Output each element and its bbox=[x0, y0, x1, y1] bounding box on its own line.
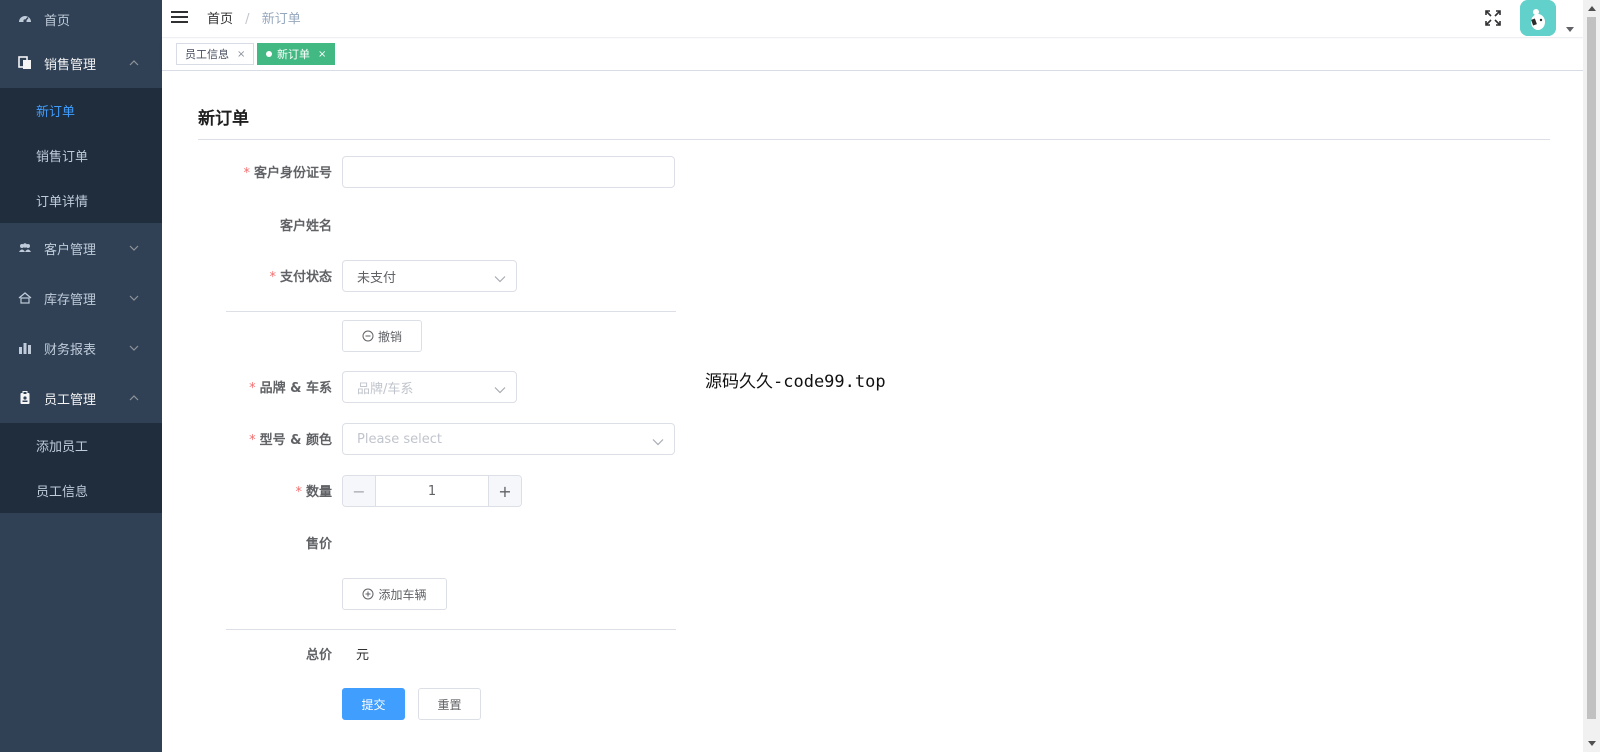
submit-button[interactable]: 提交 bbox=[342, 688, 405, 720]
sidebar-item-label: 库存管理 bbox=[44, 292, 97, 308]
brand-series-placeholder: 品牌/车系 bbox=[357, 381, 414, 397]
sidebar-item-label: 首页 bbox=[44, 13, 71, 29]
breadcrumb-separator: / bbox=[245, 12, 250, 27]
model-color-label: * 型号 & 颜色 bbox=[249, 433, 332, 448]
sale-price-label: 售价 bbox=[305, 537, 332, 552]
breadcrumb: 首页 / 新订单 bbox=[207, 8, 301, 27]
scroll-down-arrow-icon[interactable] bbox=[1583, 735, 1600, 752]
chevron-up-icon bbox=[128, 57, 140, 69]
id-card-input[interactable] bbox=[342, 156, 675, 188]
required-mark: * bbox=[243, 166, 250, 181]
submenu-sales: 新订单 销售订单 订单详情 bbox=[0, 88, 162, 223]
badge-icon bbox=[17, 390, 33, 406]
breadcrumb-current: 新订单 bbox=[261, 12, 301, 27]
bar-chart-icon bbox=[17, 340, 33, 356]
pay-status-label: * 支付状态 bbox=[269, 270, 332, 285]
quantity-label: * 数量 bbox=[295, 485, 332, 500]
active-dot-icon bbox=[266, 51, 272, 57]
quantity-decrease-button[interactable]: − bbox=[343, 476, 376, 506]
breadcrumb-home[interactable]: 首页 bbox=[207, 12, 233, 27]
chevron-down-icon bbox=[494, 272, 506, 283]
sidebar-item-inventory[interactable]: 库存管理 bbox=[0, 273, 162, 323]
plus-circle-icon bbox=[362, 588, 374, 600]
quantity-increase-button[interactable]: + bbox=[488, 476, 521, 506]
chevron-down-icon bbox=[128, 292, 140, 304]
pay-status-select[interactable]: 未支付 bbox=[342, 260, 517, 292]
sidebar-item-label: 销售管理 bbox=[44, 57, 97, 73]
sidebar-item-finance[interactable]: 财务报表 bbox=[0, 323, 162, 373]
reset-button[interactable]: 重置 bbox=[418, 688, 481, 720]
brand-series-label: * 品牌 & 车系 bbox=[249, 381, 332, 396]
required-mark: * bbox=[249, 381, 256, 396]
chevron-up-icon bbox=[128, 392, 140, 404]
model-color-placeholder: Please select bbox=[357, 431, 442, 447]
quantity-stepper: − 1 + bbox=[342, 475, 522, 507]
sidebar-item-label: 客户管理 bbox=[44, 242, 97, 258]
chevron-down-icon bbox=[128, 342, 140, 354]
documents-icon bbox=[17, 55, 33, 71]
quantity-input[interactable]: 1 bbox=[376, 476, 488, 506]
navbar: 首页 / 新订单 bbox=[162, 0, 1583, 38]
required-mark: * bbox=[249, 433, 256, 448]
total-label: 总价 bbox=[305, 648, 332, 663]
minus-circle-icon bbox=[362, 330, 374, 342]
sidebar-item-label: 财务报表 bbox=[44, 342, 97, 358]
sidebar-item-home[interactable]: 首页 bbox=[0, 0, 162, 38]
warehouse-icon bbox=[17, 290, 33, 306]
total-unit: 元 bbox=[356, 648, 370, 663]
cancel-button[interactable]: 撤销 bbox=[342, 320, 422, 352]
people-icon bbox=[17, 240, 33, 256]
caret-down-icon[interactable] bbox=[1566, 22, 1574, 32]
sidebar-item-add-staff[interactable]: 添加员工 bbox=[0, 423, 162, 468]
chevron-down-icon bbox=[128, 242, 140, 254]
sidebar-item-new-order[interactable]: 新订单 bbox=[0, 88, 162, 133]
sidebar-item-staff[interactable]: 员工管理 bbox=[0, 373, 162, 423]
scroll-up-arrow-icon[interactable] bbox=[1583, 0, 1600, 17]
sidebar-item-label: 员工管理 bbox=[44, 392, 97, 408]
scrollbar-thumb[interactable] bbox=[1587, 17, 1596, 719]
sidebar-item-staff-info[interactable]: 员工信息 bbox=[0, 468, 162, 513]
section-divider bbox=[226, 311, 676, 312]
add-vehicle-button[interactable]: 添加车辆 bbox=[342, 578, 447, 610]
sidebar-item-order-details[interactable]: 订单详情 bbox=[0, 178, 162, 223]
sidebar-item-customer[interactable]: 客户管理 bbox=[0, 223, 162, 273]
watermark-text: 源码久久-code99.top bbox=[705, 372, 886, 392]
model-color-select[interactable]: Please select bbox=[342, 423, 675, 455]
title-divider bbox=[198, 139, 1550, 140]
tags-view: 员工信息 × 新订单 × bbox=[162, 39, 1583, 71]
pay-status-value: 未支付 bbox=[357, 270, 397, 286]
close-icon[interactable]: × bbox=[318, 49, 326, 60]
customer-name-label: 客户姓名 bbox=[279, 219, 332, 234]
tag-label: 新订单 bbox=[277, 48, 310, 61]
dashboard-icon bbox=[17, 11, 33, 27]
submenu-staff: 添加员工 员工信息 bbox=[0, 423, 162, 513]
avatar[interactable] bbox=[1520, 0, 1556, 36]
page-content: 新订单 * 客户身份证号 客户姓名 * 支付状态 未支付 撤销 * 品牌 & 车… bbox=[162, 71, 1583, 752]
required-mark: * bbox=[295, 485, 302, 500]
page-title: 新订单 bbox=[198, 109, 249, 129]
brand-series-cascader[interactable]: 品牌/车系 bbox=[342, 371, 517, 403]
page-scrollbar[interactable] bbox=[1583, 0, 1600, 752]
fullscreen-icon[interactable] bbox=[1484, 9, 1502, 27]
sidebar: 首页 销售管理 新订单 销售订单 订单详情 客户管理 库存管理 财务报表 员工管… bbox=[0, 0, 162, 752]
close-icon[interactable]: × bbox=[237, 49, 245, 60]
chevron-down-icon bbox=[494, 383, 506, 394]
tag-new-order[interactable]: 新订单 × bbox=[257, 43, 336, 65]
section-divider bbox=[226, 629, 676, 630]
hamburger-icon[interactable] bbox=[170, 8, 190, 26]
id-card-label: * 客户身份证号 bbox=[243, 166, 332, 181]
main-area: 首页 / 新订单 员工信息 × 新订单 × 新订单 * 客户身份证号 客户姓名 … bbox=[162, 0, 1583, 752]
tag-label: 员工信息 bbox=[185, 48, 229, 61]
cancel-button-label: 撤销 bbox=[377, 329, 402, 344]
sidebar-item-sales[interactable]: 销售管理 bbox=[0, 38, 162, 88]
required-mark: * bbox=[269, 270, 276, 285]
sidebar-item-sales-orders[interactable]: 销售订单 bbox=[0, 133, 162, 178]
tag-staff-info[interactable]: 员工信息 × bbox=[176, 43, 255, 65]
chevron-down-icon bbox=[652, 435, 664, 446]
add-vehicle-button-label: 添加车辆 bbox=[378, 587, 427, 602]
